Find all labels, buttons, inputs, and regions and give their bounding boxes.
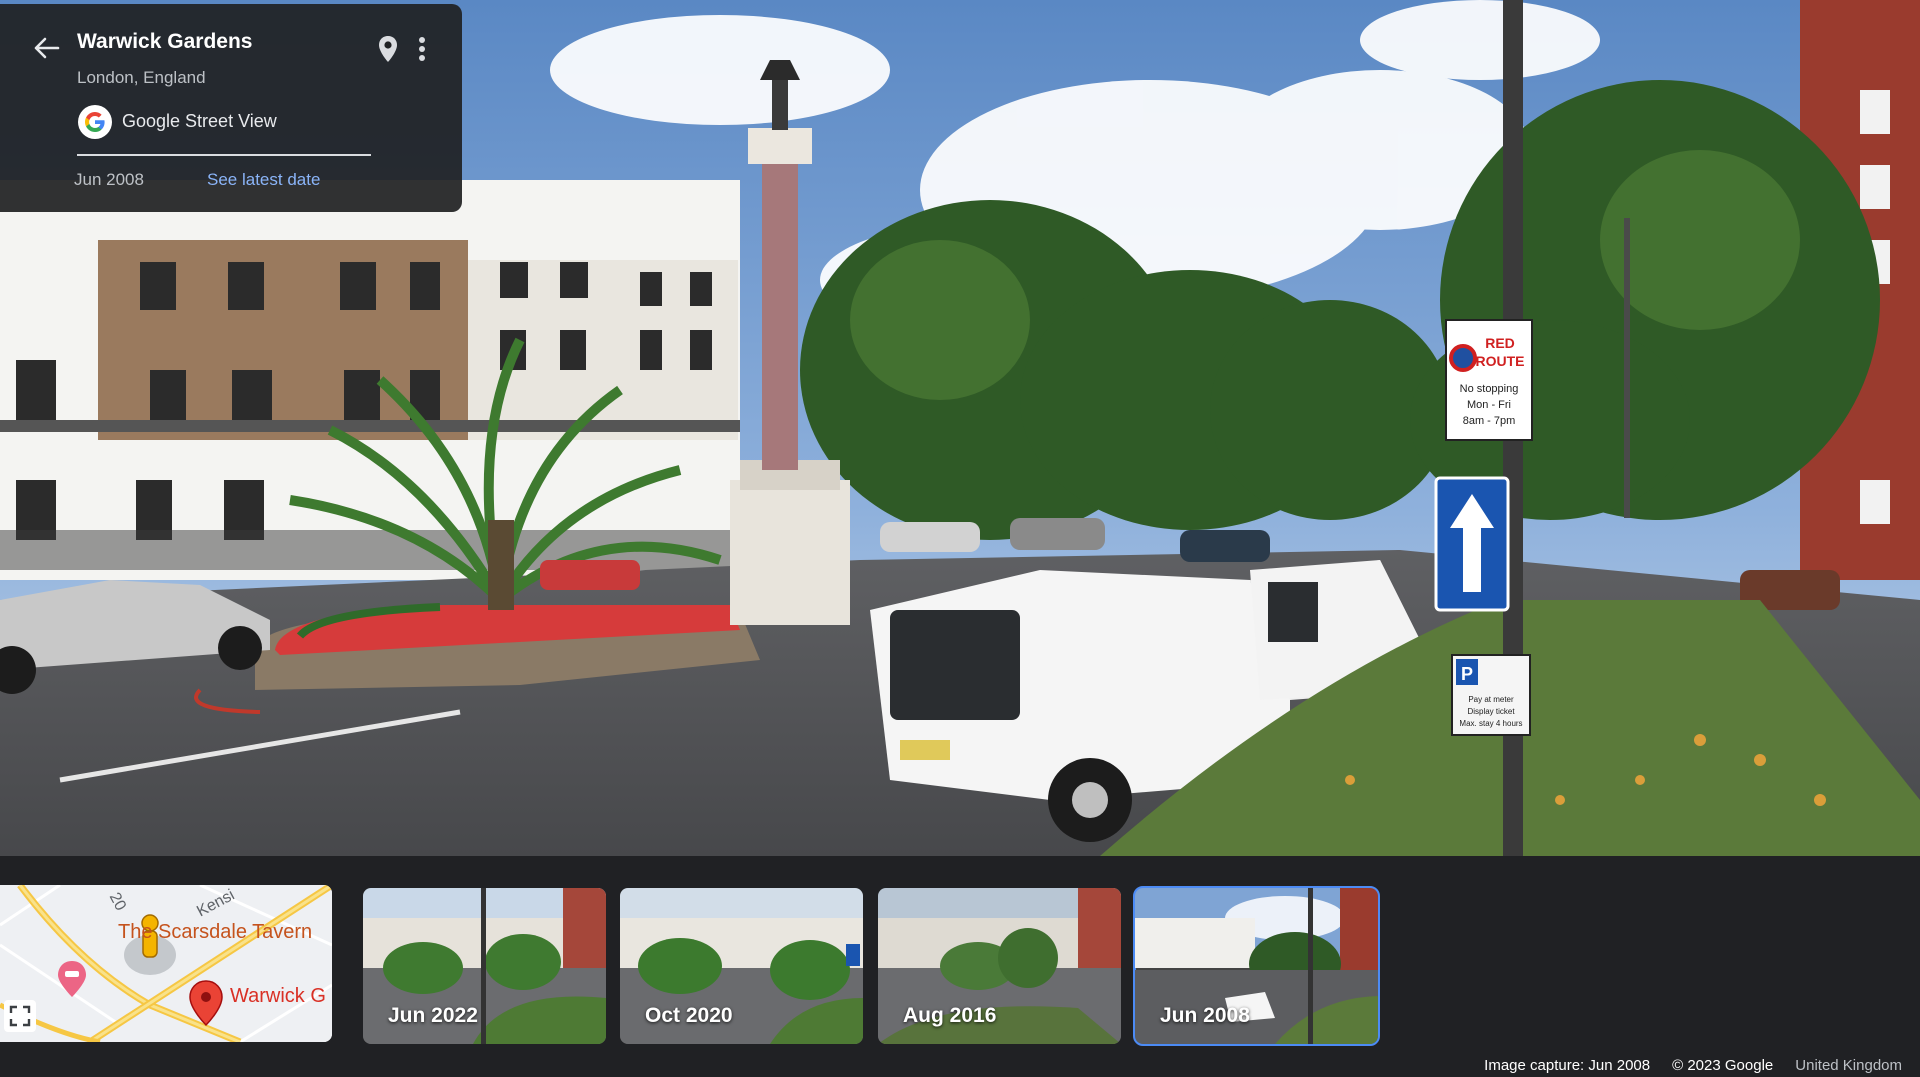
thumbnail-date: Oct 2020 [645, 1004, 733, 1027]
mini-map[interactable]: 20 Kensi The Scarsdale Tavern Warwick G [0, 885, 332, 1042]
region-label[interactable]: United Kingdom [1795, 1057, 1902, 1074]
timeline-thumbnail-3[interactable]: Jun 2008 [1133, 886, 1380, 1046]
timeline-thumbnail-0[interactable]: Jun 2022 [363, 888, 606, 1044]
attribution-footer: Image capture: Jun 2008 © 2023 Google Un… [1484, 1057, 1902, 1074]
copyright[interactable]: © 2023 Google [1672, 1057, 1773, 1074]
mini-map-canvas [0, 885, 332, 1042]
sign-hours: 8am - 7pm [1463, 415, 1516, 427]
sign-red-route-text: RED [1485, 335, 1515, 351]
map-poi-place[interactable]: Warwick G [230, 985, 326, 1008]
parking-letter: P [1461, 664, 1473, 684]
expand-map-button[interactable] [4, 1000, 36, 1032]
map-poi-tavern[interactable]: The Scarsdale Tavern [118, 921, 312, 944]
thumbnail-date: Jun 2022 [388, 1004, 478, 1027]
divider [77, 154, 371, 156]
arrow-left-icon [34, 37, 60, 59]
sign-days: Mon - Fri [1467, 399, 1511, 411]
timeline-thumbnail-1[interactable]: Oct 2020 [620, 888, 863, 1044]
more-vertical-icon [419, 37, 425, 61]
location-info-card: Warwick Gardens London, England Google S… [0, 4, 462, 212]
map-pin-icon [379, 36, 397, 62]
google-logo-icon [78, 105, 112, 139]
more-options-button[interactable] [410, 32, 434, 66]
see-latest-date-link[interactable]: See latest date [207, 170, 320, 190]
parking-line-3: Max. stay 4 hours [1459, 719, 1522, 728]
back-button[interactable] [26, 30, 66, 66]
parking-line-1: Pay at meter [1468, 695, 1514, 704]
place-subtitle: London, England [77, 68, 206, 87]
current-capture-date: Jun 2008 [74, 170, 144, 189]
show-on-map-button[interactable] [374, 32, 402, 66]
fullscreen-icon [9, 1005, 31, 1027]
thumbnail-date: Aug 2016 [903, 1004, 997, 1027]
parking-line-2: Display ticket [1467, 707, 1515, 716]
sign-no-stopping: No stopping [1460, 383, 1519, 395]
image-capture-date: Image capture: Jun 2008 [1484, 1057, 1651, 1074]
sign-route-text: ROUTE [1476, 353, 1525, 369]
provider-label: Google Street View [122, 111, 277, 131]
timeline-thumbnail-2[interactable]: Aug 2016 [878, 888, 1121, 1044]
thumbnail-date: Jun 2008 [1160, 1004, 1250, 1027]
place-title: Warwick Gardens [77, 30, 253, 53]
